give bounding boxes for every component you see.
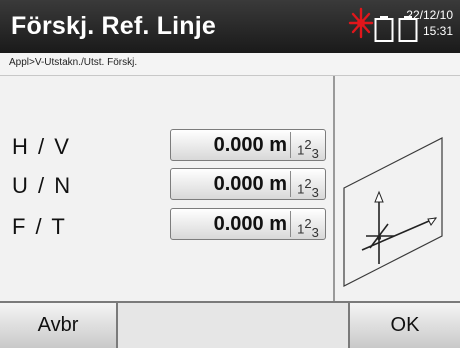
un-offset-field[interactable]: 0.000 m 123 xyxy=(170,168,326,200)
field-separator xyxy=(290,211,291,237)
cancel-button[interactable]: Avbr xyxy=(0,303,118,348)
vertical-arrowhead-icon xyxy=(374,190,384,203)
softkey-bar: Avbr OK xyxy=(0,301,460,348)
breadcrumb: Appl>V-Utstakn./Utst. Förskj. xyxy=(9,57,138,68)
numpad-icon[interactable]: 123 xyxy=(293,134,323,161)
origin-point xyxy=(377,236,381,240)
numpad-icon[interactable]: 123 xyxy=(293,213,323,240)
offset-diagram xyxy=(343,137,443,287)
empty-softkey xyxy=(118,303,348,348)
ok-button[interactable]: OK xyxy=(348,303,460,348)
hv-offset-field[interactable]: 0.000 m 123 xyxy=(170,129,326,161)
row-label-ft: F / T xyxy=(12,214,67,239)
un-offset-value: 0.000 m xyxy=(213,173,287,195)
row-label-un: U / N xyxy=(12,173,73,198)
breadcrumb-bar: Appl>V-Utstakn./Utst. Förskj. xyxy=(0,53,460,76)
laser-icon xyxy=(348,7,374,39)
reference-plane xyxy=(343,137,443,287)
field-separator xyxy=(290,171,291,197)
row-label-hv: H / V xyxy=(12,134,71,159)
ft-offset-field[interactable]: 0.000 m 123 xyxy=(170,208,326,240)
ft-offset-value: 0.000 m xyxy=(213,213,287,235)
numpad-icon[interactable]: 123 xyxy=(293,173,323,200)
battery-icon xyxy=(374,16,394,42)
page-title: Förskj. Ref. Linje xyxy=(11,12,217,40)
title-bar: Förskj. Ref. Linje 22/12/10 15:31 xyxy=(0,0,460,53)
date-display: 22/12/10 xyxy=(406,8,453,22)
time-display: 15:31 xyxy=(422,24,453,38)
panel-divider xyxy=(333,76,335,301)
field-separator xyxy=(290,132,291,158)
hv-offset-value: 0.000 m xyxy=(213,134,287,156)
line-arrowhead-icon xyxy=(427,217,438,226)
